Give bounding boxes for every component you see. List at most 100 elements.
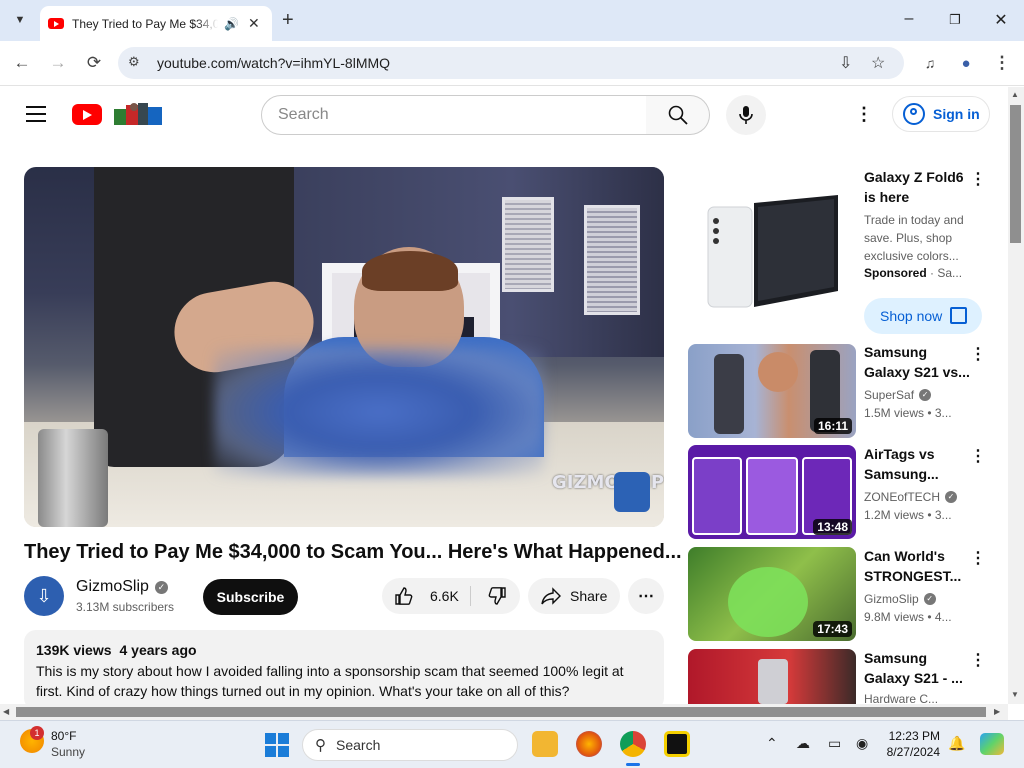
related-menu-icon[interactable]: ⋮ xyxy=(970,548,986,568)
address-bar[interactable]: ⚙ youtube.com/watch?v=ihmYL-8lMMQ ⇩ ☆ xyxy=(118,47,904,79)
related-channel-name: ZONEofTECH xyxy=(864,490,941,504)
horizontal-scrollbar[interactable]: ◀ ▶ xyxy=(0,704,1008,720)
install-app-icon[interactable]: ⇩ xyxy=(839,53,852,73)
scroll-down-icon[interactable]: ▼ xyxy=(1011,690,1019,699)
more-actions-button[interactable]: ⋯ xyxy=(628,578,664,614)
tab-title: They Tried to Pay Me $34,000 to Scam You… xyxy=(72,16,218,31)
bookmark-star-icon[interactable]: ☆ xyxy=(871,53,885,73)
vertical-scroll-thumb[interactable] xyxy=(1010,105,1021,243)
video-player[interactable]: GIZMOSLIP xyxy=(24,167,664,527)
weather-condition[interactable]: Sunny xyxy=(51,745,85,759)
ad-title[interactable]: Galaxy Z Fold6 is here xyxy=(864,167,970,207)
related-thumbnail[interactable]: 13:48 xyxy=(688,445,856,539)
ad-menu-icon[interactable]: ⋮ xyxy=(970,169,986,189)
app-icon[interactable] xyxy=(664,731,690,757)
related-channel: ZONEofTECH ✓ xyxy=(864,490,958,504)
related-meta: 9.8M views • 4... xyxy=(864,610,952,624)
cloud-sync-icon[interactable]: ☁ xyxy=(796,735,810,752)
search-input[interactable]: Search xyxy=(261,95,647,135)
weather-temp[interactable]: 80°F xyxy=(51,729,76,743)
thumb-panel-shape xyxy=(746,457,798,535)
minimize-button[interactable]: – xyxy=(894,10,924,28)
like-dislike-group: 6.6K xyxy=(382,578,520,614)
scroll-up-icon[interactable]: ▲ xyxy=(1011,90,1019,99)
subscribe-button[interactable]: Subscribe xyxy=(203,579,298,615)
thumb-face-shape xyxy=(758,352,798,392)
ad-sponsor-row: Sponsored · Sa... xyxy=(864,266,962,280)
channel-avatar[interactable]: ⇩ xyxy=(24,576,64,616)
media-controls-icon[interactable]: ♫ xyxy=(918,51,942,75)
related-thumbnail[interactable] xyxy=(688,649,856,704)
youtube-logo-icon[interactable] xyxy=(72,104,102,125)
microphone-icon xyxy=(739,106,753,124)
forward-button[interactable]: → xyxy=(46,51,70,75)
ad-body: Trade in today and save. Plus, shop excl… xyxy=(864,213,964,263)
scene-window-blind xyxy=(584,205,640,315)
speaker-icon[interactable]: 🔊 xyxy=(224,17,239,31)
related-menu-icon[interactable]: ⋮ xyxy=(970,650,986,670)
related-thumbnail[interactable]: 16:11 xyxy=(688,344,856,438)
share-button[interactable]: Share xyxy=(528,578,620,614)
channel-name[interactable]: GizmoSlip xyxy=(76,578,149,596)
clock-time: 12:23 PM xyxy=(888,729,940,743)
advertiser-name: · Sa... xyxy=(930,266,963,280)
windows-start-icon[interactable] xyxy=(265,733,289,757)
scroll-right-icon[interactable]: ▶ xyxy=(994,707,1000,716)
related-title[interactable]: AirTags vs Samsung... xyxy=(864,444,970,484)
tab-search-chevron-icon[interactable]: ▼ xyxy=(8,8,32,32)
profile-icon[interactable]: ● xyxy=(954,51,978,75)
like-button[interactable]: 6.6K xyxy=(382,578,470,614)
related-channel: GizmoSlip ✓ xyxy=(864,592,936,606)
ad-phone-image[interactable] xyxy=(688,167,856,337)
url-text[interactable]: youtube.com/watch?v=ihmYL-8lMMQ xyxy=(157,55,390,71)
browser-menu-icon[interactable]: ⋮ xyxy=(990,51,1014,75)
horizontal-scroll-thumb[interactable] xyxy=(16,707,986,717)
reload-button[interactable]: ⟳ xyxy=(82,51,106,75)
browser-tab-strip: ▼ They Tried to Pay Me $34,000 to Scam Y… xyxy=(0,0,1024,41)
dislike-button[interactable] xyxy=(478,578,516,614)
show-hidden-icons-icon[interactable]: ⌃ xyxy=(766,735,778,752)
channel-name-row[interactable]: GizmoSlip ✓ xyxy=(76,578,168,596)
sign-in-label: Sign in xyxy=(933,106,980,122)
upload-age: 4 years ago xyxy=(119,642,197,658)
related-title[interactable]: Samsung Galaxy S21 - ... xyxy=(864,648,970,688)
restore-button[interactable]: ❐ xyxy=(940,12,970,28)
description-box[interactable]: 139K views 4 years ago This is my story a… xyxy=(24,630,664,710)
notification-bell-icon[interactable]: 🔔 xyxy=(948,735,965,752)
guide-menu-icon[interactable] xyxy=(26,106,46,122)
vertical-scrollbar[interactable]: ▲ ▼ xyxy=(1008,87,1024,704)
network-icon[interactable]: ◉ xyxy=(856,735,868,752)
display-icon[interactable]: ▭ xyxy=(828,735,841,752)
youtube-doodle-logo[interactable] xyxy=(112,101,166,127)
chrome-icon[interactable] xyxy=(620,731,646,757)
related-title[interactable]: Can World's STRONGEST... xyxy=(864,546,970,586)
back-button[interactable]: ← xyxy=(10,51,34,75)
shop-now-button[interactable]: Shop now xyxy=(864,298,982,334)
taskbar-clock[interactable]: 12:23 PM 8/27/2024 xyxy=(882,728,940,760)
new-tab-button[interactable]: + xyxy=(282,9,294,32)
scroll-left-icon[interactable]: ◀ xyxy=(3,707,9,716)
weather-alert-badge: 1 xyxy=(30,726,44,740)
close-window-button[interactable]: ✕ xyxy=(986,10,1016,30)
copilot-icon[interactable] xyxy=(980,733,1004,755)
browser-toolbar: ← → ⟳ ⚙ youtube.com/watch?v=ihmYL-8lMMQ … xyxy=(0,41,1024,86)
related-channel-name: GizmoSlip xyxy=(864,592,919,606)
related-thumbnail[interactable]: 17:43 xyxy=(688,547,856,641)
related-channel-name: SuperSaf xyxy=(864,388,915,402)
close-tab-icon[interactable]: ✕ xyxy=(248,15,260,32)
firefox-icon[interactable] xyxy=(576,731,602,757)
youtube-favicon-icon xyxy=(48,18,64,29)
settings-kebab-icon[interactable]: ⋮ xyxy=(855,104,873,125)
file-explorer-icon[interactable] xyxy=(532,731,558,757)
browser-tab-active[interactable]: They Tried to Pay Me $34,000 to Scam You… xyxy=(40,6,272,41)
taskbar-search-box[interactable]: ⚲ Search xyxy=(302,729,518,761)
related-title[interactable]: Samsung Galaxy S21 vs... xyxy=(864,342,970,382)
search-button[interactable] xyxy=(646,95,710,135)
site-info-icon[interactable]: ⚙ xyxy=(128,54,140,70)
related-menu-icon[interactable]: ⋮ xyxy=(970,344,986,364)
voice-search-button[interactable] xyxy=(726,95,766,135)
related-menu-icon[interactable]: ⋮ xyxy=(970,446,986,466)
thumbs-down-icon xyxy=(488,587,506,605)
sign-in-button[interactable]: Sign in xyxy=(892,96,990,132)
verified-check-icon: ✓ xyxy=(923,593,936,605)
